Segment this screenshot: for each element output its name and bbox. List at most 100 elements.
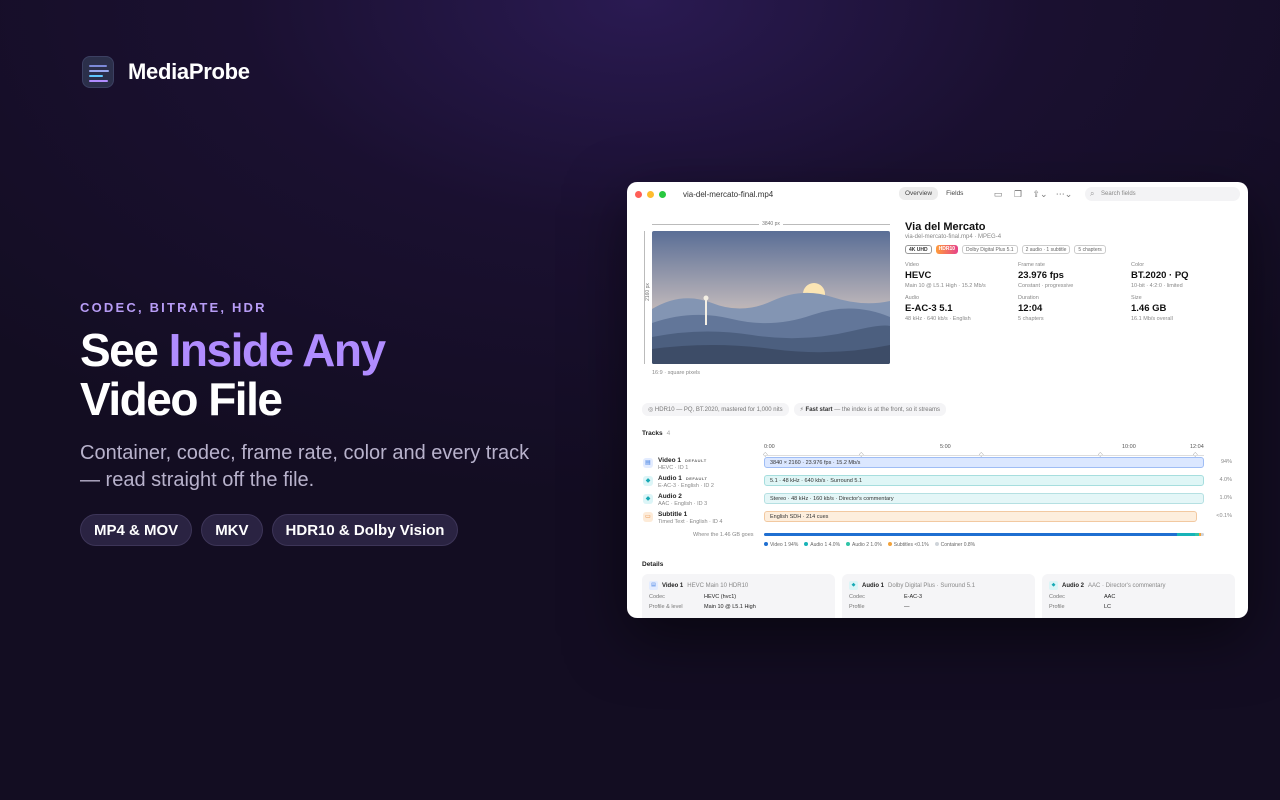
- track-type-icon: ◆: [1049, 581, 1058, 590]
- media-badges: 4K UHD HDR10 Dolby Digital Plus 5.1 2 au…: [905, 245, 1106, 254]
- pill-hdr: HDR10 & Dolby Vision: [271, 514, 459, 546]
- detail-row: Codec AAC: [1049, 594, 1228, 600]
- size-segment: [1200, 533, 1204, 536]
- legend-dot: [804, 542, 809, 546]
- size-legend: Video 1 94% Audio 1 4.0% Audio 2 1.0% Subti…: [764, 542, 975, 548]
- landscape-image: [652, 231, 890, 364]
- aspect-label: 16:9 · square pixels: [652, 370, 700, 376]
- badge-chapters: 5 chapters: [1074, 245, 1106, 254]
- track-row[interactable]: ◆ Audio 1 DEFAULT E-AC-3 · English · ID 2: [643, 475, 714, 489]
- detail-value: AAC: [1104, 594, 1116, 600]
- track-row[interactable]: ▤ Video 1 DEFAULT HEVC · ID 1: [643, 457, 707, 471]
- app-logo-icon: [82, 56, 114, 88]
- tracks-count: 4: [666, 430, 671, 437]
- detail-row: Profile & level Main 10 @ L5.1 High: [649, 604, 828, 610]
- detail-key: Profile: [849, 604, 865, 610]
- track-row[interactable]: ◆ Audio 2 AAC · English · ID 3: [643, 493, 707, 507]
- detail-card[interactable]: ▤ Video 1 HEVC Main 10 HDR10 Codec HEVC (hvc…: [642, 574, 835, 618]
- track-bar[interactable]: Stereo · 48 kHz · 160 kb/s · Director's …: [764, 493, 1204, 504]
- track-meta: AAC · English · ID 3: [658, 501, 708, 507]
- default-tag: DEFAULT: [685, 476, 708, 481]
- search-input[interactable]: ⌕ Search fields: [1085, 187, 1240, 201]
- width-dimension: 3840 px: [652, 221, 890, 231]
- detail-row: Codec HEVC (hvc1): [649, 594, 828, 600]
- track-bar[interactable]: 3840 × 2160 · 23.976 fps · 15.2 Mb/s: [764, 457, 1204, 468]
- legend-item: Subtitles <0.1%: [887, 542, 929, 548]
- info-chips: ◎ HDR10 — PQ, BT.2020, mastered for 1,00…: [642, 403, 946, 416]
- legend-dot: [887, 542, 892, 546]
- detail-cards: ▤ Video 1 HEVC Main 10 HDR10 Codec HEVC (hvc…: [642, 574, 1235, 618]
- badge-hdr10: HDR10: [935, 245, 959, 254]
- media-subtitle: via-del-mercato-final.mp4 · MPEG-4: [905, 234, 1002, 240]
- timeline-tick: 10:00: [1122, 444, 1136, 450]
- detail-value: LC: [1104, 604, 1112, 610]
- minimize-window-button[interactable]: [647, 190, 654, 198]
- track-meta: HEVC · ID 1: [658, 465, 689, 471]
- legend-item: Audio 1 4.0%: [804, 542, 840, 548]
- timeline-tick: 12:04: [1190, 444, 1204, 450]
- detail-card-header: ◆ Audio 1 Dolby Digital Plus · Surround 5.…: [849, 581, 1028, 590]
- detail-card-title: Audio 2: [1062, 582, 1084, 589]
- search-placeholder: Search fields: [1101, 191, 1136, 197]
- hero-eyebrow: CODEC, BITRATE, HDR: [80, 300, 267, 315]
- fast-start-chip: ⚡ Fast start — the index is at the front…: [793, 403, 946, 416]
- track-share: <0.1%: [1216, 513, 1232, 519]
- video-thumbnail: [652, 231, 890, 364]
- size-breakdown-label: Where the 1.46 GB goes: [693, 532, 754, 538]
- size-segment: [1177, 533, 1195, 536]
- detail-card-desc: Dolby Digital Plus · Surround 5.1: [888, 582, 976, 589]
- detail-card-header: ◆ Audio 2 AAC · Director's commentary: [1049, 581, 1228, 590]
- detail-card[interactable]: ◆ Audio 1 Dolby Digital Plus · Surround 5.…: [842, 574, 1035, 618]
- zoom-window-button[interactable]: [659, 190, 666, 198]
- more-icon[interactable]: ⋯⌄: [1055, 187, 1073, 201]
- detail-key: Codec: [649, 594, 665, 600]
- detail-card-title: Video 1: [662, 582, 684, 589]
- track-row[interactable]: ▭ Subtitle 1 Timed Text · English · ID 4: [643, 511, 723, 525]
- track-type-icon: ▤: [649, 581, 658, 590]
- detail-card[interactable]: ◆ Audio 2 AAC · Director's commentary Codec…: [1042, 574, 1235, 618]
- stat-frame-rate: Frame rate 23.976 fps Constant · progressi…: [1018, 262, 1074, 289]
- detail-key: Profile & level: [649, 604, 683, 610]
- legend-dot: [846, 542, 851, 546]
- track-name: Audio 2: [658, 493, 682, 500]
- lightning-icon: ⚡: [799, 407, 804, 413]
- toolbar-icons: ▭ ❐ ⇪⌄ ⋯⌄: [991, 187, 1073, 201]
- track-type-icon: ▭: [643, 512, 653, 522]
- share-icon[interactable]: ⇪⌄: [1031, 187, 1049, 201]
- badge-4k: 4K UHD: [905, 245, 932, 254]
- track-share: 1.0%: [1219, 495, 1232, 501]
- pill-mkv: MKV: [201, 514, 263, 546]
- track-type-icon: ◆: [643, 494, 653, 504]
- detail-value: —: [904, 604, 910, 610]
- media-title: Via del Mercato: [905, 221, 986, 233]
- tab-fields[interactable]: Fields: [940, 187, 969, 200]
- detail-key: Codec: [849, 594, 865, 600]
- height-dimension: 2160 px: [644, 231, 651, 364]
- folder-icon[interactable]: ▭: [991, 187, 1005, 201]
- tab-overview[interactable]: Overview: [899, 187, 939, 200]
- track-share: 94%: [1220, 459, 1232, 465]
- search-icon: ⌕: [1090, 189, 1095, 198]
- hdr-chip-icon: ◎: [648, 407, 654, 413]
- badge-tracks: 2 audio · 1 subtitle: [1021, 245, 1071, 254]
- close-window-button[interactable]: [635, 190, 642, 198]
- default-tag: DEFAULT: [685, 458, 707, 463]
- brand: MediaProbe: [82, 56, 250, 88]
- track-type-icon: ◆: [849, 581, 858, 590]
- track-name: Audio 1 DEFAULT: [658, 475, 708, 482]
- track-bar[interactable]: English SDH · 214 cues: [764, 511, 1197, 522]
- track-name: Subtitle 1: [658, 511, 688, 518]
- detail-card-header: ▤ Video 1 HEVC Main 10 HDR10: [649, 581, 828, 590]
- stat-video: Video HEVC Main 10 @ L5.1 High · 15.2 Mb/s: [905, 262, 986, 289]
- track-bar[interactable]: 5.1 · 48 kHz · 640 kb/s · Surround 5.1: [764, 475, 1204, 486]
- track-type-icon: ◆: [643, 476, 653, 486]
- copy-icon[interactable]: ❐: [1011, 187, 1025, 201]
- hero-headline: See Inside Any Video File: [80, 324, 386, 425]
- stat-audio: Audio E-AC-3 5.1 48 kHz · 640 kb/s · Engli…: [905, 295, 971, 322]
- detail-row: Profile —: [849, 604, 1028, 610]
- track-type-icon: ▤: [643, 458, 653, 468]
- detail-row: Codec E-AC-3: [849, 594, 1028, 600]
- legend-dot: [764, 542, 768, 546]
- hero-subtitle: Container, codec, frame rate, color and …: [80, 442, 530, 491]
- view-switcher: Overview Fields: [899, 187, 969, 200]
